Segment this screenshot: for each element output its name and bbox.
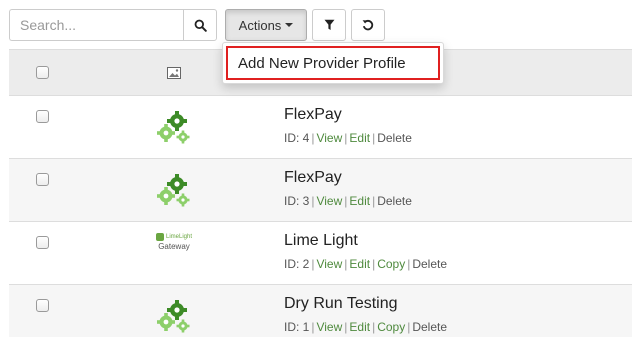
actions-label: Actions — [238, 17, 282, 33]
edit-link[interactable]: Edit — [349, 320, 370, 334]
provider-meta: ID: 4 | View | Edit | Delete — [284, 131, 412, 145]
caret-down-icon — [285, 23, 294, 27]
view-link[interactable]: View — [316, 257, 342, 271]
provider-id: ID: 1 — [284, 320, 310, 334]
row-checkbox[interactable] — [36, 173, 49, 186]
view-link[interactable]: View — [316, 194, 342, 208]
edit-link[interactable]: Edit — [349, 131, 370, 145]
select-all-checkbox[interactable] — [36, 66, 49, 79]
search-icon — [194, 19, 207, 32]
refresh-icon — [362, 19, 374, 31]
provider-id: ID: 3 — [284, 194, 310, 208]
add-provider-profile-menu-item[interactable]: Add New Provider Profile — [226, 46, 440, 80]
logo-gateway-text: Gateway — [158, 242, 190, 251]
limelight-gateway-logo: LimeLight Gateway — [149, 233, 199, 259]
table-row: LimeLight Gateway Lime Light ID: 2 | View |… — [9, 222, 632, 285]
row-checkbox[interactable] — [36, 110, 49, 123]
copy-link[interactable]: Copy — [377, 320, 405, 334]
search-input[interactable] — [9, 9, 183, 41]
provider-name: FlexPay — [284, 106, 342, 123]
actions-dropdown-menu: Add New Provider Profile — [222, 42, 444, 84]
toolbar: Actions — [9, 9, 385, 41]
view-link[interactable]: View — [316, 320, 342, 334]
provider-name: Dry Run Testing — [284, 295, 398, 312]
view-link[interactable]: View — [316, 131, 342, 145]
row-checkbox[interactable] — [36, 299, 49, 312]
actions-button[interactable]: Actions — [225, 9, 307, 41]
delete-link[interactable]: Delete — [377, 194, 412, 208]
gears-icon — [157, 111, 190, 144]
delete-link[interactable]: Delete — [412, 320, 447, 334]
provider-id: ID: 2 — [284, 257, 310, 271]
filter-button[interactable] — [312, 9, 346, 41]
table-row: Dry Run Testing ID: 1 | View | Edit | Copy | Del… — [9, 285, 632, 337]
provider-name: Lime Light — [284, 232, 358, 249]
copy-link[interactable]: Copy — [377, 257, 405, 271]
edit-link[interactable]: Edit — [349, 257, 370, 271]
logo-brand-text: LimeLight — [165, 234, 192, 240]
delete-link[interactable]: Delete — [377, 131, 412, 145]
row-checkbox[interactable] — [36, 236, 49, 249]
image-icon — [167, 67, 181, 79]
table-row: FlexPay ID: 3 | View | Edit | Delete — [9, 159, 632, 222]
provider-name: FlexPay — [284, 169, 342, 186]
limelight-mark-icon — [155, 233, 164, 241]
provider-meta: ID: 1 | View | Edit | Copy | Delete — [284, 320, 448, 334]
gears-icon — [157, 300, 190, 333]
edit-link[interactable]: Edit — [349, 194, 370, 208]
search-group — [9, 9, 217, 41]
reset-button[interactable] — [351, 9, 385, 41]
search-button[interactable] — [183, 9, 217, 41]
delete-link[interactable]: Delete — [412, 257, 447, 271]
provider-id: ID: 4 — [284, 131, 310, 145]
filter-icon — [324, 19, 334, 30]
gears-icon — [157, 174, 190, 207]
provider-meta: ID: 2 | View | Edit | Copy | Delete — [284, 257, 448, 271]
provider-meta: ID: 3 | View | Edit | Delete — [284, 194, 412, 208]
providers-table: FlexPay ID: 4 | View | Edit | Delete Fle… — [9, 49, 632, 337]
table-row: FlexPay ID: 4 | View | Edit | Delete — [9, 96, 632, 159]
